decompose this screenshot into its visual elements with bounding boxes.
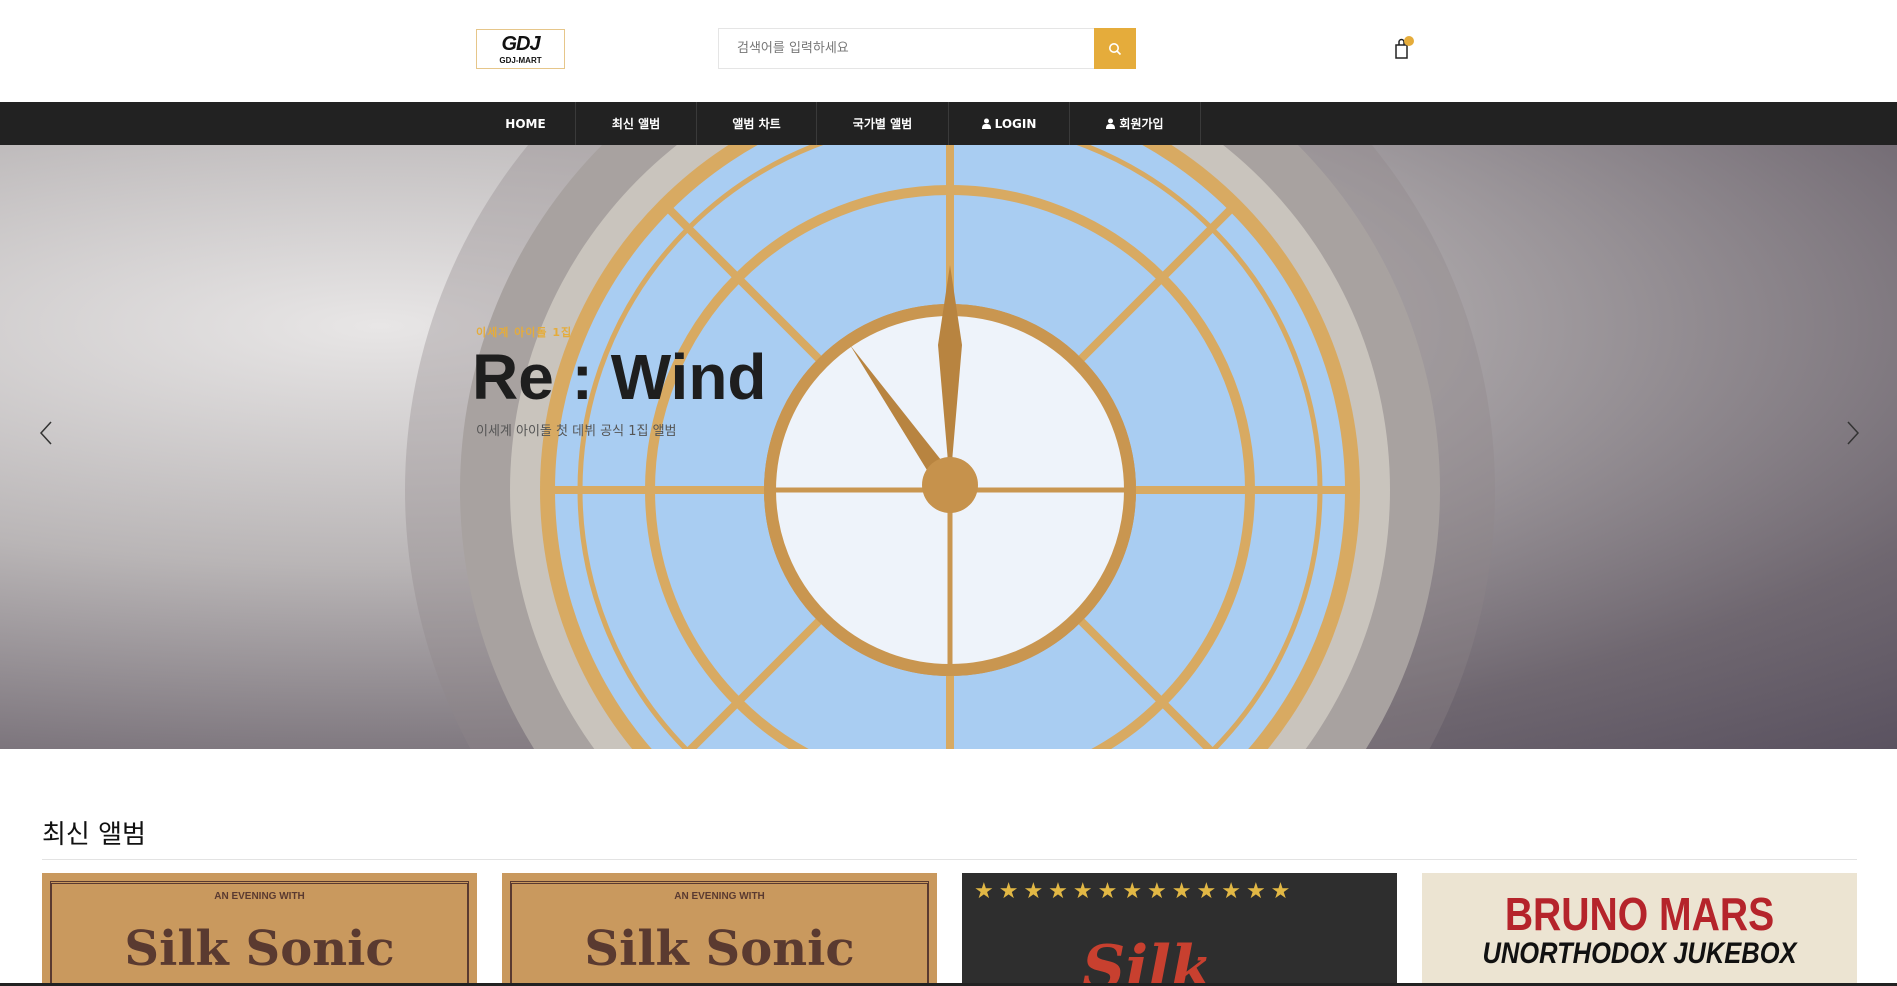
stars-decoration: ★★★★★★★★★★★★★ <box>974 879 1296 904</box>
search-icon <box>1109 42 1122 55</box>
nav-album-chart[interactable]: 앨범 차트 <box>697 102 817 145</box>
nav-label: HOME <box>505 116 546 131</box>
site-header: GDJ GDJ-MART <box>0 0 1897 102</box>
nav-label: 회원가입 <box>1119 117 1164 131</box>
album-card[interactable]: AN EVENING WITH Silk Sonic <box>502 873 937 986</box>
album-top-text: AN EVENING WITH <box>670 891 769 902</box>
main-nav: HOME 최신 앨범 앨범 차트 국가별 앨범 LOGIN 회원가입 <box>0 102 1897 145</box>
nav-label: 국가별 앨범 <box>852 117 913 131</box>
nav-home[interactable]: HOME <box>476 102 576 145</box>
logo-title: GDJ <box>501 33 540 55</box>
hero-description: 이세계 아이돌 첫 데뷔 공식 1집 앨범 <box>476 424 677 439</box>
search-bar <box>718 28 1136 69</box>
album-cover-subtext: UNORTHODOX JUKEBOX <box>1482 937 1797 970</box>
hero-subtitle: 이세계 아이돌 1집 <box>476 326 573 339</box>
clock-artwork <box>405 145 1495 749</box>
user-icon <box>1106 118 1116 129</box>
nav-label: LOGIN <box>994 116 1037 131</box>
search-button[interactable] <box>1094 28 1136 69</box>
nav-signup[interactable]: 회원가입 <box>1070 102 1201 145</box>
chevron-right-icon[interactable] <box>1840 420 1864 446</box>
nav-label: 앨범 차트 <box>732 117 781 131</box>
cart-badge <box>1404 36 1414 46</box>
user-icon <box>981 118 991 129</box>
search-input[interactable] <box>719 29 1094 68</box>
chevron-left-icon[interactable] <box>35 420 59 446</box>
album-cover-text: Silk <box>1082 933 1213 986</box>
section-title: 최신 앨범 <box>42 820 146 850</box>
album-cover-text: BRUNO MARS <box>1504 888 1775 940</box>
album-card[interactable]: AN EVENING WITH Silk Sonic <box>42 873 477 986</box>
logo-subtitle: GDJ-MART <box>499 56 542 65</box>
nav-new-albums[interactable]: 최신 앨범 <box>576 102 697 145</box>
section-divider <box>42 859 1857 860</box>
nav-login[interactable]: LOGIN <box>949 102 1070 145</box>
album-cover-text: Silk Sonic <box>124 921 395 977</box>
hero-slider: 이세계 아이돌 1집 Re : Wind 이세계 아이돌 첫 데뷔 공식 1집 … <box>0 145 1897 749</box>
logo[interactable]: GDJ GDJ-MART <box>476 29 565 69</box>
nav-country-albums[interactable]: 국가별 앨범 <box>817 102 949 145</box>
nav-label: 최신 앨범 <box>611 117 661 131</box>
album-card[interactable]: ★★★★★★★★★★★★★ Silk <box>962 873 1397 986</box>
album-top-text: AN EVENING WITH <box>210 891 309 902</box>
hero-title: Re : Wind <box>472 341 767 413</box>
album-card[interactable]: BRUNO MARS UNORTHODOX JUKEBOX <box>1422 873 1857 986</box>
album-cover-text: Silk Sonic <box>584 921 855 977</box>
